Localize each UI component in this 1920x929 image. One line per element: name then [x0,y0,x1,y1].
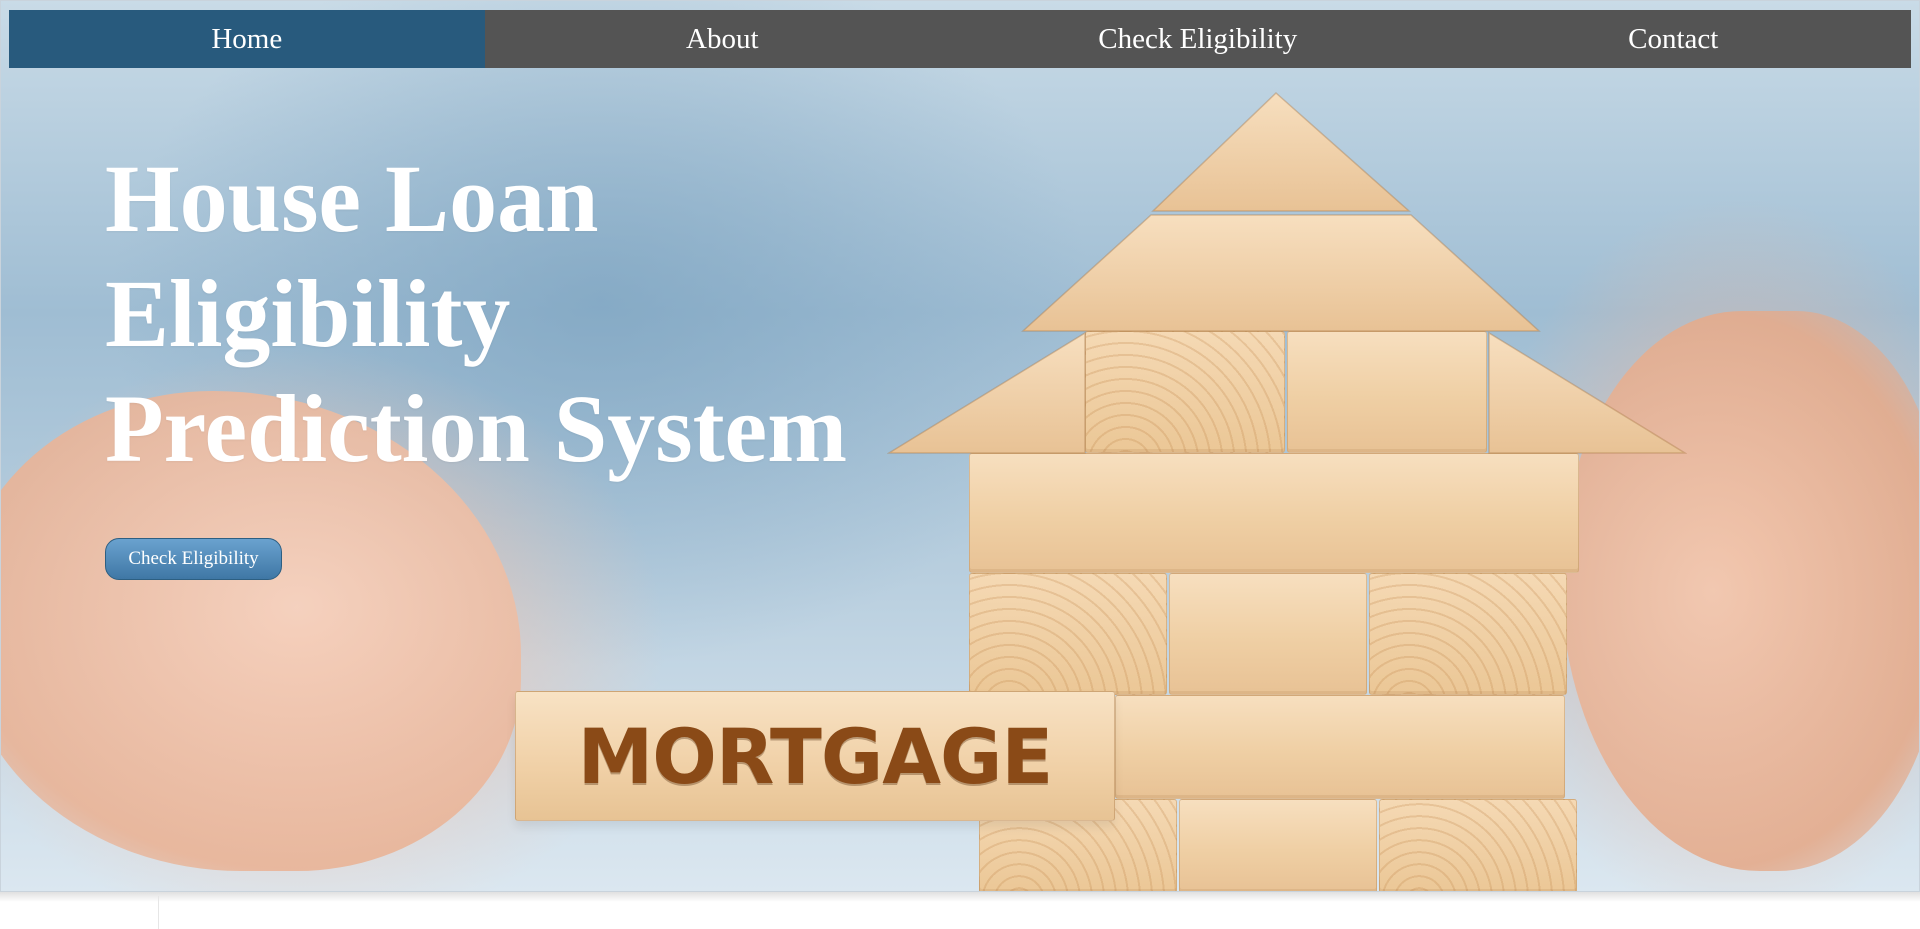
check-eligibility-button[interactable]: Check Eligibility [105,538,282,580]
page: MORTGAGE House Loan Eligibility Predicti… [0,0,1920,929]
wood-block [1115,695,1565,799]
nav-item-contact[interactable]: Contact [1436,10,1912,68]
roof-top-block [1151,91,1411,212]
roof-middle-block [1021,214,1541,332]
hero-bottom-shadow [0,892,1920,902]
page-title: House Loan Eligibility Prediction System [105,141,925,486]
nav-item-check-eligibility[interactable]: Check Eligibility [960,10,1436,68]
title-line: Prediction System [105,375,848,482]
nav-item-about[interactable]: About [485,10,961,68]
mortgage-block: MORTGAGE [515,691,1115,821]
title-line: Eligibility [105,260,511,367]
wood-block [1287,331,1487,453]
title-line: House Loan [105,145,599,252]
wood-block [1369,573,1567,695]
mortgage-label: MORTGAGE [577,711,1054,801]
wood-block [1179,799,1377,891]
divider [158,896,159,929]
nav-item-home[interactable]: Home [9,10,485,68]
hero-section: MORTGAGE House Loan Eligibility Predicti… [0,0,1920,892]
wood-block [1169,573,1367,695]
top-nav: Home About Check Eligibility Contact [9,10,1911,68]
wood-block [1085,331,1285,453]
wood-block [969,453,1579,573]
roof-right-wing [1488,331,1687,454]
wood-block [969,573,1167,695]
wood-block [1379,799,1577,891]
